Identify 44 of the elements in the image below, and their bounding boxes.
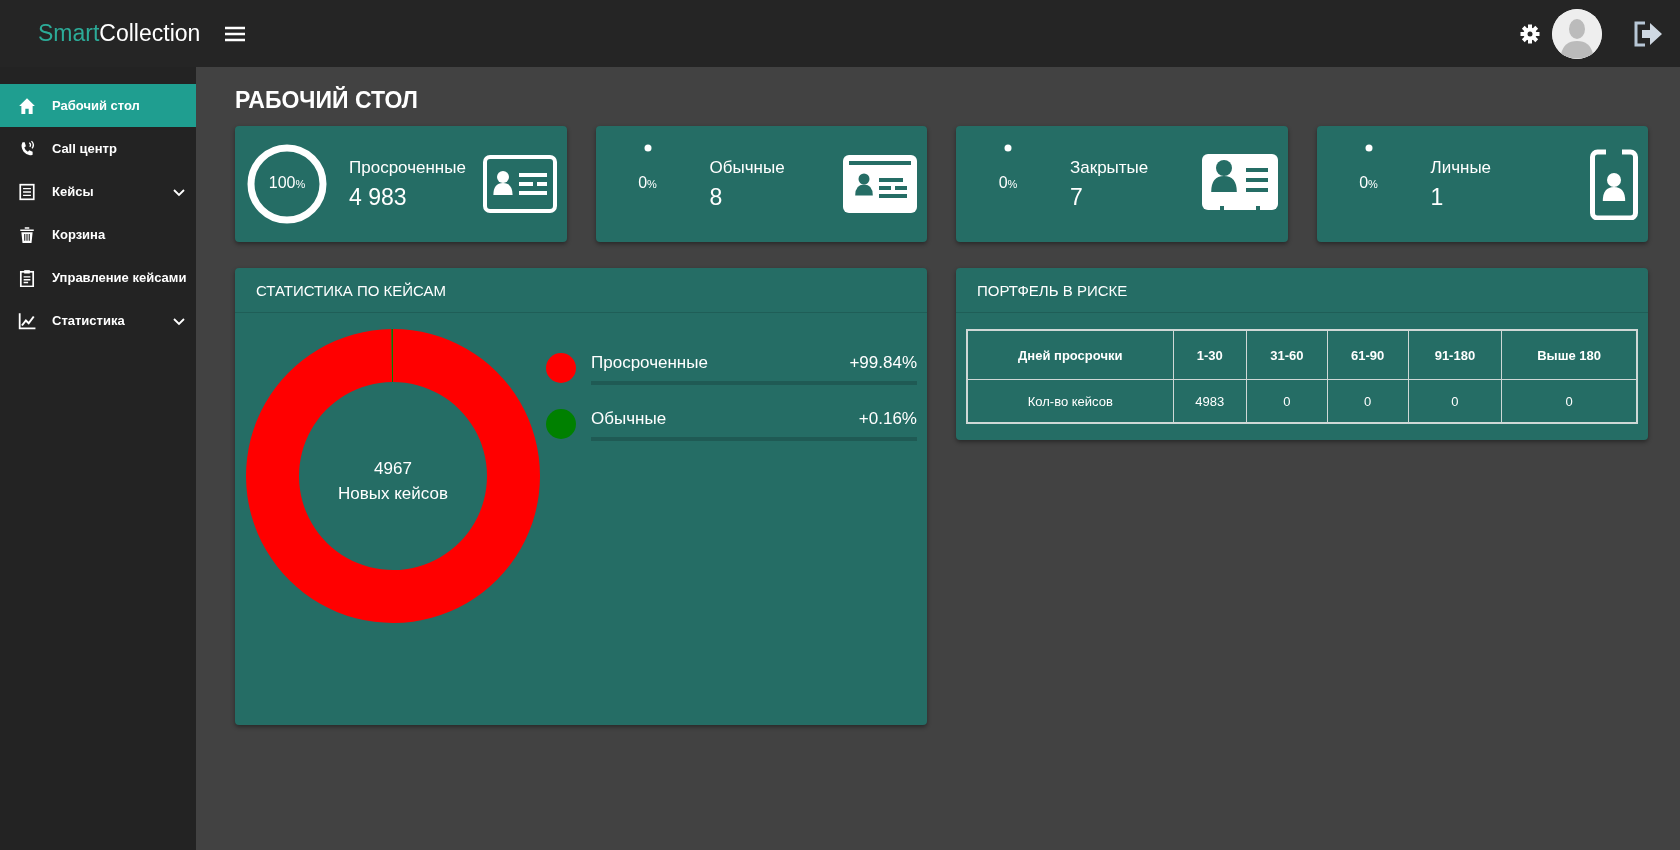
- badge-icon: [1590, 148, 1638, 220]
- card-label: Обычные: [709, 157, 786, 178]
- percent-text: 100%: [267, 174, 307, 192]
- id-card-icon: [482, 155, 557, 213]
- card-value: 8: [709, 183, 724, 211]
- sidebar-item[interactable]: Call центр: [0, 127, 196, 170]
- id-card-icon: [843, 155, 917, 213]
- legend-value: +0.16%: [858, 409, 917, 429]
- center-value: 4967: [373, 459, 413, 479]
- sidebar-item[interactable]: Корзина: [0, 213, 196, 256]
- app-logo[interactable]: SmartCollection: [38, 20, 201, 47]
- column-header: Дней просрочки: [967, 330, 1174, 380]
- card-label: Личные: [1430, 157, 1493, 178]
- line-chart-icon: [18, 311, 36, 330]
- list-icon: [18, 182, 36, 201]
- menu-button[interactable]: [224, 24, 247, 43]
- percent-text: 0%: [1358, 174, 1379, 192]
- percent-text: 0%: [637, 174, 658, 192]
- column-header: 31-60: [1246, 330, 1328, 380]
- column-header: 61-90: [1327, 330, 1409, 380]
- trash-icon: [18, 225, 36, 244]
- clipboard-icon: [18, 268, 36, 287]
- card-value: 4 983: [349, 183, 408, 211]
- card-label: Просроченные: [349, 157, 467, 178]
- page-title: РАБОЧИЙ СТОЛ: [235, 87, 419, 114]
- legend-value: +99.84%: [849, 353, 917, 373]
- percent-text: 0%: [997, 174, 1019, 192]
- card-label: Закрытые: [1070, 157, 1150, 178]
- sidebar-item[interactable]: Статистика: [0, 299, 196, 342]
- logout-icon[interactable]: [1632, 19, 1664, 48]
- home-icon: [18, 96, 36, 115]
- settings-icon[interactable]: [1520, 23, 1540, 44]
- avatar-silhouette[interactable]: [1552, 8, 1602, 59]
- card-value: 1: [1430, 183, 1445, 211]
- legend-label: Обычные: [591, 409, 667, 429]
- sidebar-item[interactable]: Управление кейсами: [0, 256, 196, 299]
- column-header: 1-30: [1173, 330, 1247, 380]
- column-header: 91-180: [1408, 330, 1502, 380]
- card-value: 7: [1070, 183, 1084, 211]
- sidebar-item[interactable]: Кейсы: [0, 170, 196, 213]
- legend-label: Просроченные: [591, 353, 708, 373]
- panel-title: ПОРТФЕЛЬ В РИСКЕ: [956, 268, 1648, 313]
- center-label: Новых кейсов: [337, 484, 449, 504]
- panel-title: СТАТИСТИКА ПО КЕЙСАМ: [235, 268, 927, 313]
